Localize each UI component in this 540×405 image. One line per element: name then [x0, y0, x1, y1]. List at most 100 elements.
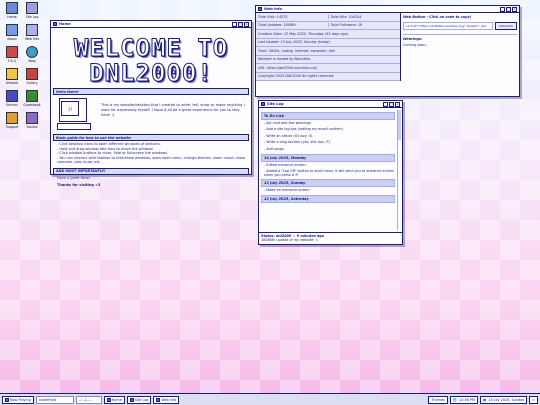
closing-line: Thanks for visiting <3: [57, 182, 101, 187]
task-button-home[interactable]: Home: [103, 395, 125, 404]
picture-icon: [26, 68, 38, 80]
log-item: - Write a blog section (yes, still lazy …: [264, 140, 330, 145]
desktop-icon-web-info[interactable]: Web Info: [22, 24, 42, 41]
calendar-icon: ▦: [482, 397, 487, 402]
minimize-button[interactable]: _: [232, 21, 237, 27]
home-window: Home _ □ × WELCOME TO DNL2000! Hello the…: [50, 20, 252, 187]
home-titlebar[interactable]: Home _ □ ×: [51, 21, 251, 28]
paint-palette-icon: [6, 68, 18, 80]
site-log-titlebar[interactable]: Site Log _ □ ×: [259, 101, 402, 108]
topic: Topic: 2000s, coding, internet, escapism…: [258, 48, 335, 53]
hello-bar: Hello there!: [53, 88, 249, 95]
guide-bar: Basic guide for how to use the website:: [53, 134, 249, 141]
song-time: --:--/--:--: [75, 395, 102, 404]
monitor-icon: [26, 24, 38, 36]
desktop-icon-blog[interactable]: Blog: [22, 46, 42, 63]
copyright: Copyright 2025 DNL2000 All rights reserv…: [258, 74, 335, 79]
site-url: URL: https://dnl2000.neocities.org/: [258, 65, 318, 70]
total-updates: Total Updates: 18086+: [258, 23, 298, 28]
button-code-field[interactable]: <a href="https://dnl2000.neocities.org/"…: [403, 22, 493, 30]
desktop-icon-shrines[interactable]: Shrines: [2, 90, 22, 107]
close-button[interactable]: ×: [512, 6, 517, 12]
total-followers: Total Followers: 19: [327, 23, 401, 28]
window-title: Home: [59, 22, 71, 26]
closing-line: Have a great time!: [57, 175, 91, 180]
log-item: - Write an article (till lazy :3): [264, 133, 313, 138]
music-icon: [5, 397, 9, 402]
total-hits: Total Hits: 104344: [327, 14, 401, 19]
total-visit: Total Visit: 14275: [258, 14, 288, 19]
desktop-icon-support[interactable]: Support: [2, 112, 22, 129]
site-log-content: To Do List: - Join and add few webrings …: [259, 108, 402, 232]
log-date: 12 July 2025, Saturday: [261, 195, 395, 204]
window-icon: [53, 22, 57, 26]
house-icon: [6, 2, 18, 14]
hosted-by: Website is hosted by Neocities.: [258, 57, 312, 62]
globe-icon: 🌐: [452, 397, 458, 402]
webrings-label: Webrings:: [403, 37, 423, 41]
date-tray[interactable]: ▦ 13 July 2025, Sunday: [479, 395, 528, 404]
intro-text: This is my website/desktop that I create…: [101, 103, 245, 118]
start-button[interactable]: Now Playing: [2, 395, 34, 404]
desktop-icon-artwork[interactable]: Artwork: [2, 68, 22, 85]
maximize-button[interactable]: □: [506, 6, 511, 12]
notepad-icon: [129, 397, 134, 402]
question-book-icon: [6, 46, 18, 58]
people-icon: [26, 112, 38, 124]
clock-tray[interactable]: 🌐 10:56 PM: [449, 395, 478, 404]
task-button-site-log[interactable]: Site Log: [126, 395, 152, 404]
close-button[interactable]: ×: [244, 21, 249, 27]
log-date: 14 July 2025, Monday: [261, 153, 395, 162]
desktop-icon-home[interactable]: Home: [2, 2, 22, 19]
house-icon: [106, 397, 111, 402]
web-button-heading: Web Button - Click on code to copy!: [403, 15, 472, 19]
status-line: 18086th update of my website! (:: [261, 238, 319, 242]
desktop-icon-about[interactable]: About: [2, 24, 22, 41]
web-info-titlebar[interactable]: Web Info _ □ ×: [256, 6, 519, 13]
maximize-button[interactable]: □: [238, 21, 243, 27]
todo-heading: To Do List:: [261, 111, 395, 120]
guide-list: - Click desktop icons to open different …: [57, 142, 246, 165]
monitor-icon: [156, 397, 161, 402]
status-panel: Status: dnl2000 ☆ 9 minutes ago 18086th …: [259, 232, 402, 243]
desktop-icon-faq[interactable]: F.A.Q: [2, 46, 22, 63]
important-bar: AND MOST IMPORTANTLY!: [53, 167, 249, 175]
task-button-web-info[interactable]: Web Info: [153, 395, 180, 404]
close-button[interactable]: ×: [395, 101, 400, 107]
log-date: 13 July 2025, Sunday: [261, 179, 395, 188]
scrollbar[interactable]: [397, 110, 401, 230]
window-title: Site Log: [267, 102, 284, 106]
web-badge[interactable]: DNL2000: [495, 22, 517, 30]
desktop-icon-socials[interactable]: Socials: [22, 112, 42, 129]
desktop-icon-guestbook[interactable]: Guestbook: [22, 90, 42, 107]
creation-date: Creation Date: 12 May 2025, Thursday (55…: [258, 31, 349, 36]
log-item: - Join and add few webrings: [264, 120, 312, 125]
desktop-icon-gallery[interactable]: Gallery: [22, 68, 42, 85]
themes-button[interactable]: Themes: [428, 395, 448, 404]
window-icon: [261, 102, 265, 106]
window-icon: [258, 7, 262, 11]
last-update: Last Update: 13 July 2025, Sunday (today…: [258, 40, 331, 45]
song-field: undefined: [35, 395, 74, 404]
maximize-button[interactable]: □: [389, 101, 394, 107]
log-item: - Made an entrance screen.: [264, 188, 311, 193]
log-item: - Add songs: [264, 146, 284, 151]
desktop-icon-site-log[interactable]: Site Log: [22, 2, 42, 19]
web-info-window: Web Info _ □ × Total Visit: 14275 Total H…: [255, 5, 520, 97]
notepad-icon: [26, 2, 38, 14]
computer-icon: [6, 24, 18, 36]
minimize-button[interactable]: _: [500, 6, 505, 12]
support-icon: [6, 112, 18, 124]
clock: 10:56 PM: [459, 397, 475, 402]
log-item: - Added a "Log Off" button to start menu…: [264, 168, 394, 178]
site-log-window: Site Log _ □ × To Do List: - Join and ad…: [258, 100, 403, 245]
book-icon: [26, 90, 38, 102]
webrings-value: Coming soon...: [403, 43, 429, 47]
minimize-button[interactable]: _: [383, 101, 388, 107]
arrows-icon[interactable]: ⇔: [532, 398, 535, 402]
date: 13 July 2025, Sunday: [488, 397, 525, 402]
log-item: - Add a site log box (setting my email c…: [264, 127, 343, 132]
zoom-buttons[interactable]: ⇔: [529, 395, 538, 404]
taskbar: Now Playing undefined --:--/--:-- Home S…: [0, 393, 540, 405]
welcome-heading: WELCOME TO DNL2000!: [73, 34, 229, 87]
